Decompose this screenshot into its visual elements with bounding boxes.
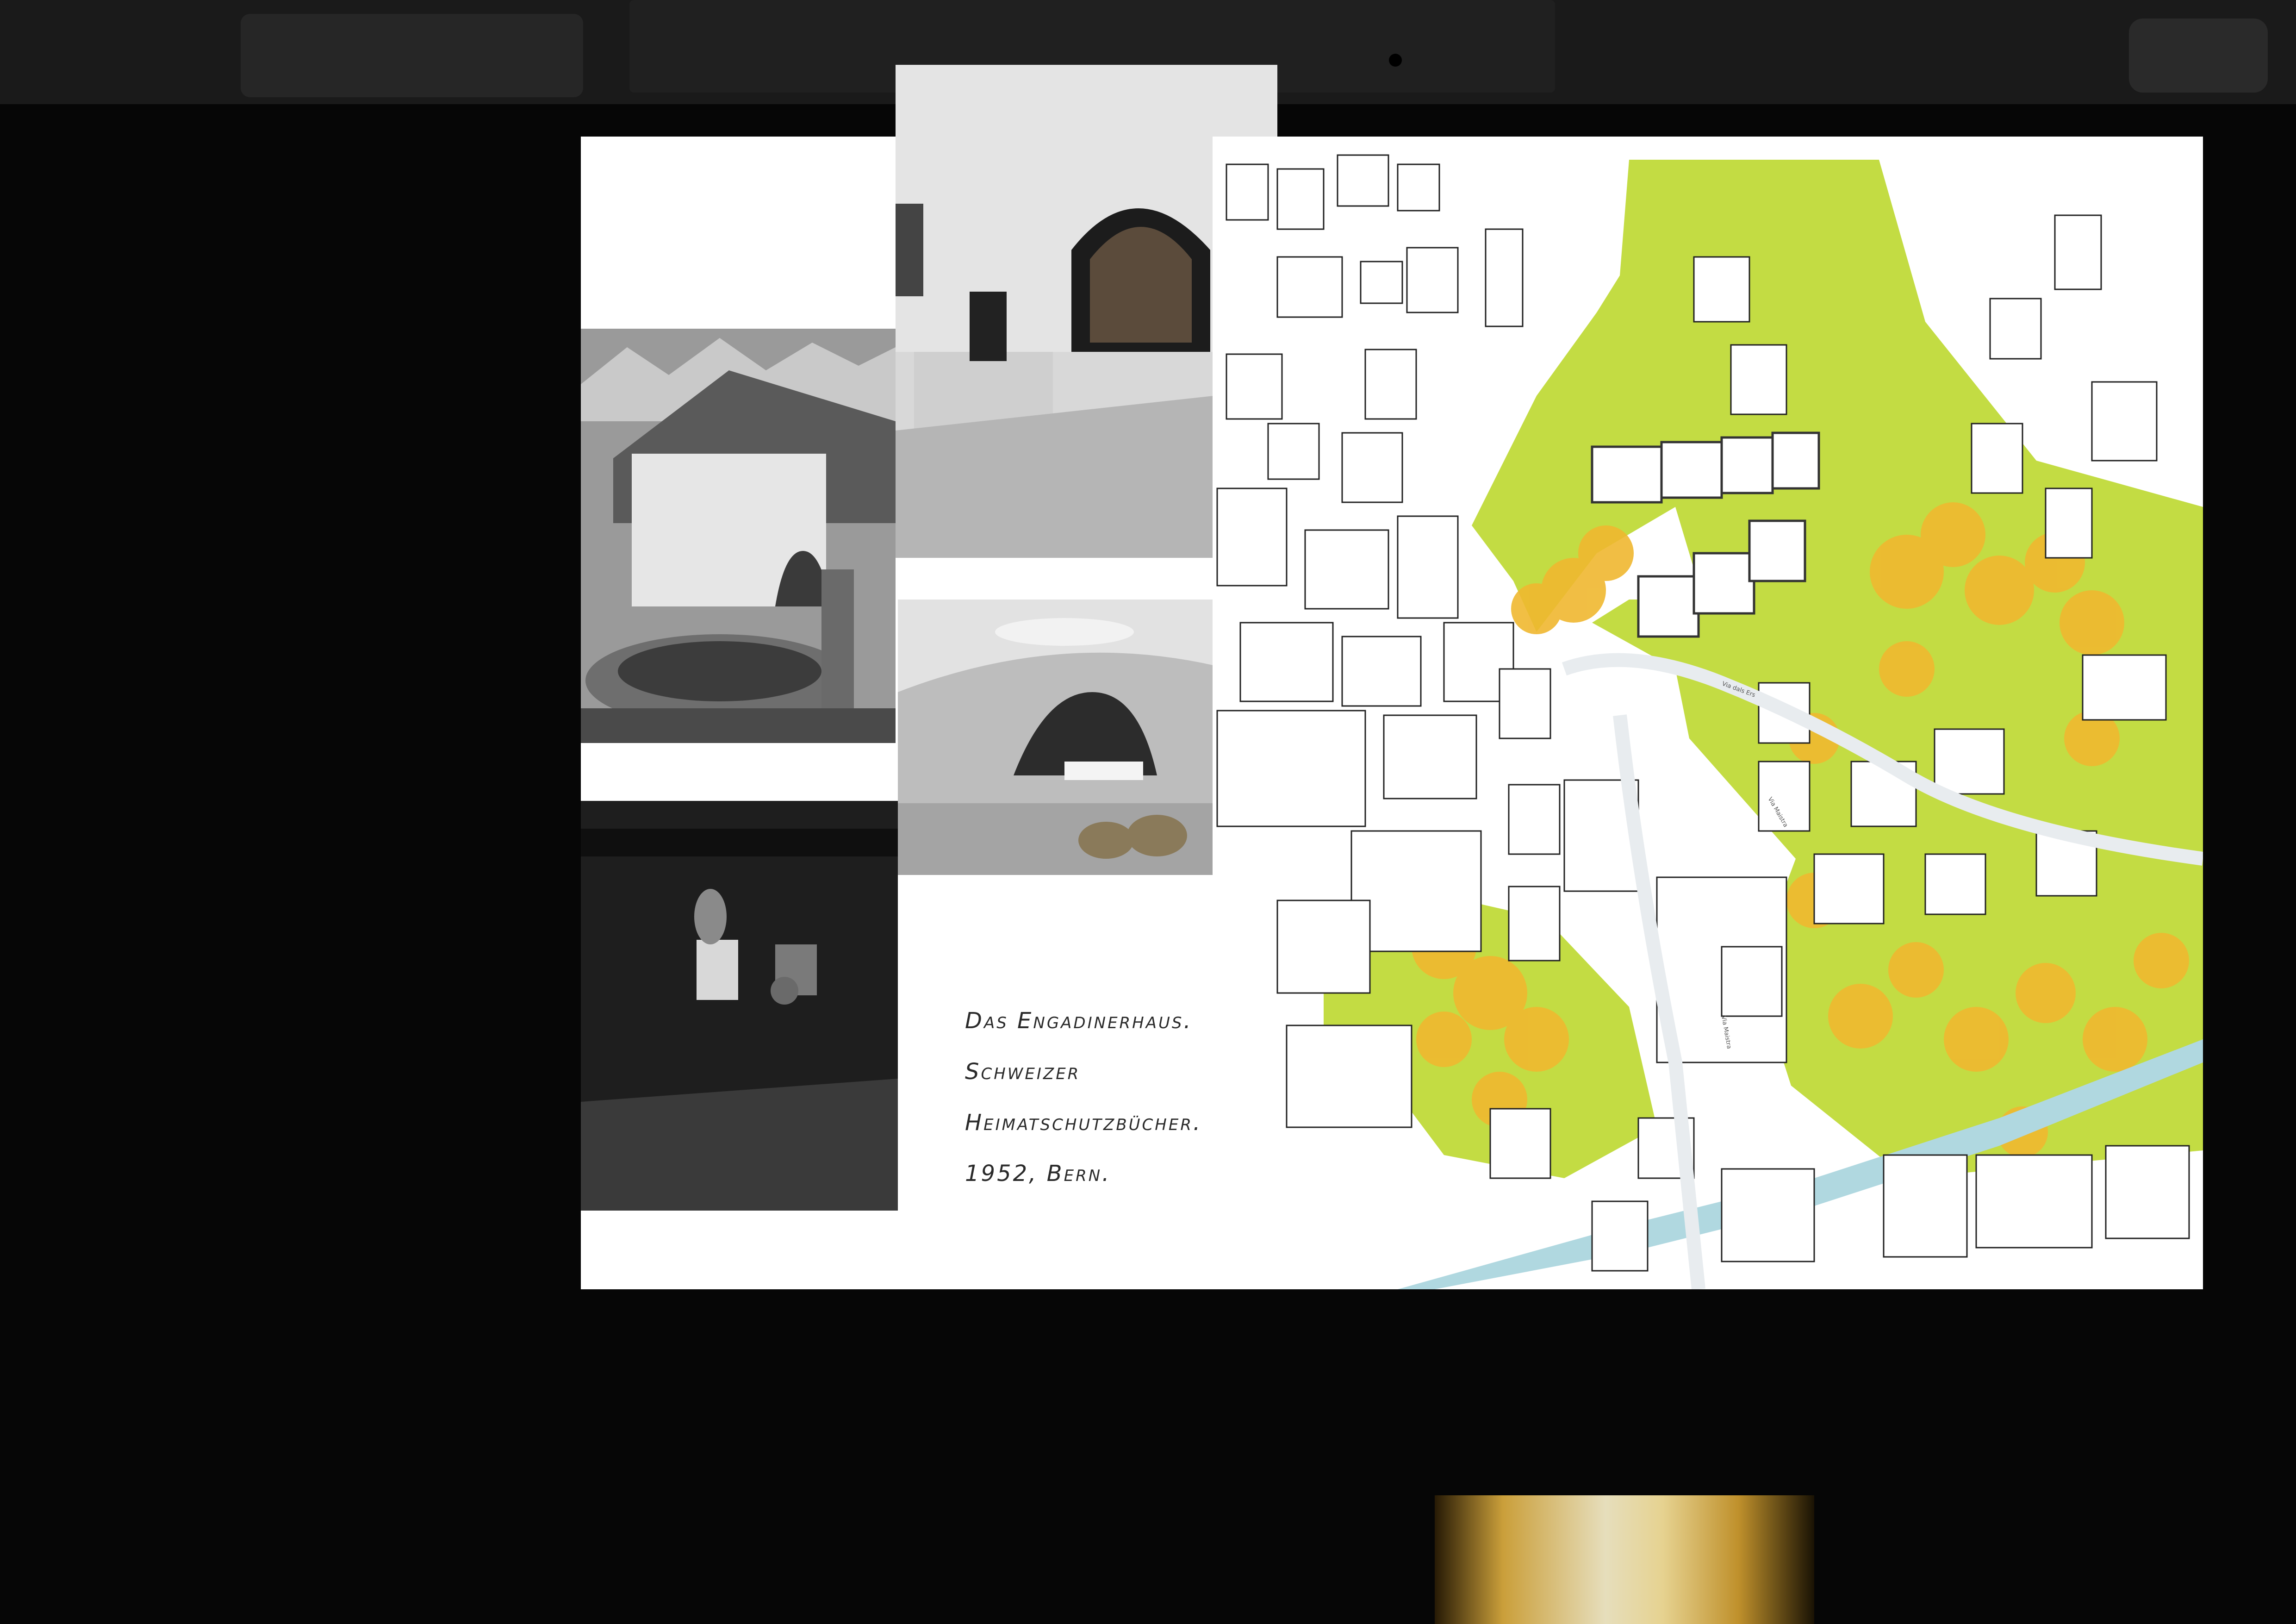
house-with-fountain-photo (581, 329, 896, 743)
dark-kitchen-interior-photo (581, 801, 898, 1211)
scanner-light-glare (1435, 1495, 1814, 1624)
vaulted-interior-family-photo (898, 600, 1229, 875)
site-plan-map: Via dals Ers Via Maistra Via Maistra (1213, 137, 2203, 1289)
site-plan-drawing: Via dals Ers Via Maistra Via Maistra (1213, 137, 2203, 1289)
